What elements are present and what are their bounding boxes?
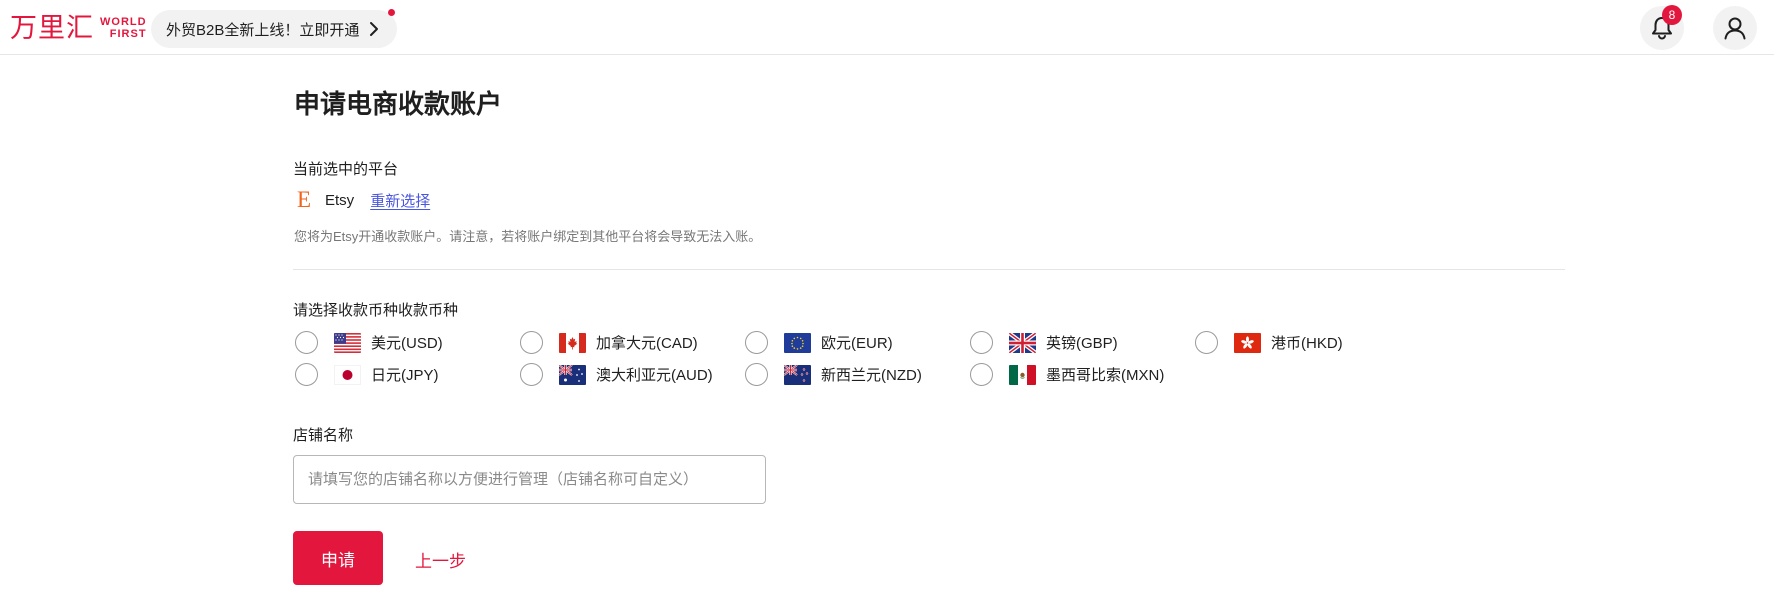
currency-option-hkd[interactable]: 港币(HKD) <box>1195 331 1343 354</box>
top-bar: 万里汇 WORLD FIRST 外贸B2B全新上线！立即开通 8 <box>0 0 1774 55</box>
logo-english-line1: WORLD <box>100 16 147 28</box>
currency-label: 日元(JPY) <box>371 367 439 384</box>
currency-label: 加拿大元(CAD) <box>596 335 698 352</box>
currency-option-mxn[interactable]: 墨西哥比索(MXN) <box>970 363 1164 386</box>
promo-new-dot <box>388 9 396 16</box>
logo-chinese-text: 万里汇 <box>10 13 94 43</box>
logo-english-text: WORLD FIRST <box>100 16 147 40</box>
selected-platform: E Etsy 重新选择 <box>297 188 430 212</box>
mx-flag-icon <box>1009 364 1036 385</box>
etsy-logo-icon: E <box>297 187 312 212</box>
currency-label: 墨西哥比索(MXN) <box>1046 367 1165 384</box>
jp-flag-icon <box>334 364 361 385</box>
currency-option-cad[interactable]: 加拿大元(CAD) <box>520 331 698 354</box>
radio-button[interactable] <box>520 331 543 354</box>
gb-flag-icon <box>1009 332 1036 353</box>
currency-section-label: 请选择收款币种收款币种 <box>293 302 459 319</box>
reselect-platform-link[interactable]: 重新选择 <box>370 190 430 211</box>
page-title: 申请电商收款账户 <box>294 89 503 119</box>
notification-count-badge: 8 <box>1662 5 1682 25</box>
currency-label: 澳大利亚元(AUD) <box>596 367 713 384</box>
user-account-button[interactable] <box>1713 6 1757 50</box>
section-divider <box>293 269 1565 270</box>
user-icon <box>1724 17 1746 40</box>
ca-flag-icon <box>559 332 586 353</box>
radio-button[interactable] <box>745 363 768 386</box>
us-flag-icon <box>334 332 361 353</box>
promo-text: 外贸B2B全新上线！立即开通 <box>166 21 360 39</box>
currency-label: 欧元(EUR) <box>821 335 893 352</box>
chevron-right-icon <box>370 22 379 36</box>
radio-button[interactable] <box>970 331 993 354</box>
currency-option-jpy[interactable]: 日元(JPY) <box>295 363 439 386</box>
radio-button[interactable] <box>1195 331 1218 354</box>
currency-label: 新西兰元(NZD) <box>821 367 922 384</box>
hk-flag-icon <box>1234 332 1261 353</box>
radio-button[interactable] <box>295 363 318 386</box>
store-name-input[interactable] <box>293 455 766 504</box>
previous-step-link[interactable]: 上一步 <box>415 547 466 572</box>
radio-button[interactable] <box>520 363 543 386</box>
currency-option-aud[interactable]: 澳大利亚元(AUD) <box>520 363 713 386</box>
radio-button[interactable] <box>970 363 993 386</box>
platform-name: Etsy <box>325 191 355 209</box>
worldfirst-logo[interactable]: 万里汇 WORLD FIRST <box>10 14 147 42</box>
logo-english-line2: FIRST <box>109 28 147 40</box>
au-flag-icon <box>559 364 586 385</box>
radio-button[interactable] <box>295 331 318 354</box>
notifications-button[interactable]: 8 <box>1640 5 1684 50</box>
currency-option-nzd[interactable]: 新西兰元(NZD) <box>745 363 922 386</box>
radio-button[interactable] <box>745 331 768 354</box>
store-name-label: 店铺名称 <box>293 427 354 444</box>
eu-flag-icon <box>784 332 811 353</box>
currency-label: 港币(HKD) <box>1271 335 1343 352</box>
nz-flag-icon <box>784 364 811 385</box>
currency-option-eur[interactable]: 欧元(EUR) <box>745 331 893 354</box>
platform-hint-text: 您将为Etsy开通收款账户。请注意，若将账户绑定到其他平台将会导致无法入账。 <box>294 229 762 244</box>
currency-label: 英镑(GBP) <box>1046 335 1118 352</box>
currency-option-usd[interactable]: 美元(USD) <box>295 331 443 354</box>
currency-label: 美元(USD) <box>371 335 443 352</box>
currency-option-gbp[interactable]: 英镑(GBP) <box>970 331 1118 354</box>
apply-button[interactable]: 申请 <box>293 531 383 585</box>
platform-section-label: 当前选中的平台 <box>293 161 399 178</box>
b2b-promo-banner[interactable]: 外贸B2B全新上线！立即开通 <box>151 9 398 48</box>
